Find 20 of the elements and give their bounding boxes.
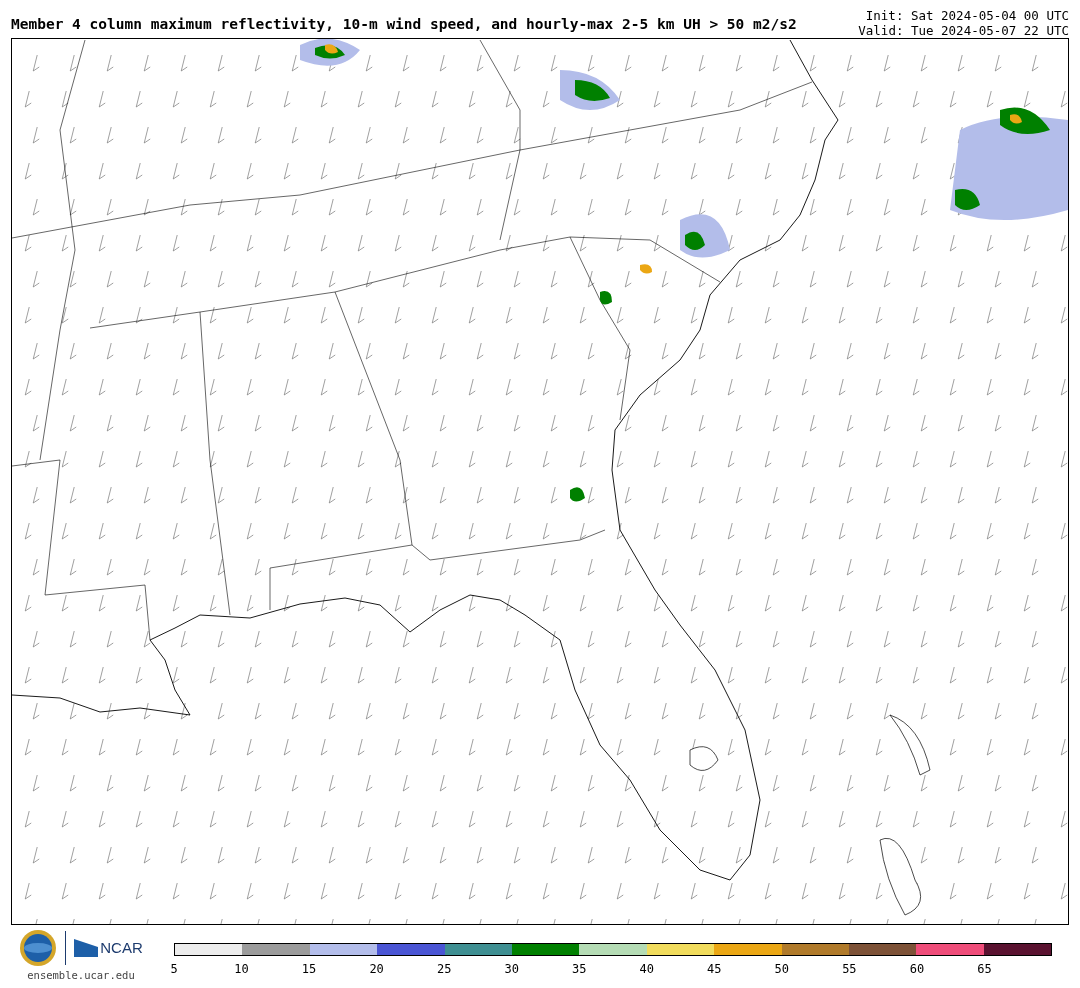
valid-time: Valid: Tue 2024-05-07 22 UTC bbox=[858, 23, 1069, 38]
tick-label: 30 bbox=[504, 962, 519, 977]
tick-label: 20 bbox=[369, 962, 384, 977]
init-time: Init: Sat 2024-05-04 00 UTC bbox=[865, 8, 1069, 23]
tick-label: 15 bbox=[301, 962, 317, 977]
tick-label: 10 bbox=[234, 962, 249, 977]
tick-label: 55 bbox=[842, 962, 857, 977]
flag-logo-icon bbox=[74, 939, 99, 957]
tick-label: 45 bbox=[707, 962, 722, 977]
tick-label: 35 bbox=[572, 962, 587, 977]
chart-title: Member 4 column maximum reflectivity, 10-m wind speed, and hourly-max 2-5 km UH > 50 m2/s2 bbox=[11, 15, 797, 34]
tick-label: 5 bbox=[170, 962, 178, 977]
tick-label: 40 bbox=[639, 962, 654, 977]
website-text: ensemble.ucar.edu bbox=[27, 968, 135, 983]
tick-label: 65 bbox=[977, 962, 992, 977]
tick-label: 25 bbox=[436, 962, 452, 977]
tick-label: 50 bbox=[774, 962, 790, 977]
logo-text: NCAR bbox=[100, 937, 143, 958]
tick-label: 60 bbox=[909, 962, 925, 977]
globe-logo-icon bbox=[19, 929, 58, 967]
